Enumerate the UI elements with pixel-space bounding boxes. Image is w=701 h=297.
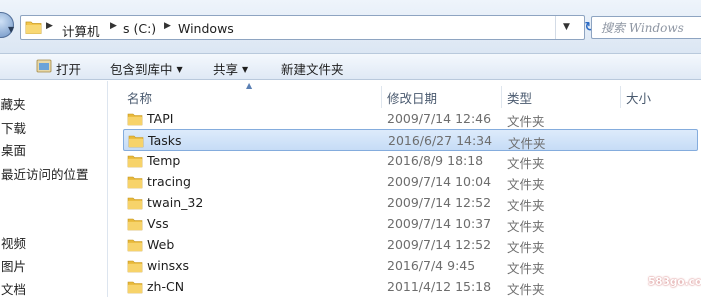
file-name: Tasks <box>148 133 182 148</box>
sort-ascending-icon: ▲ <box>246 81 253 90</box>
nav-favorites[interactable]: 收藏夹 <box>0 94 26 113</box>
file-type: 文件夹 <box>507 282 545 297</box>
address-bar[interactable]: ▶ 计算机 ▶ s (C:) ▶ Windows ▼ ↻ <box>20 15 595 40</box>
search-input[interactable] <box>592 17 701 38</box>
open-button[interactable]: 打开 <box>56 59 81 78</box>
folder-icon <box>25 21 42 34</box>
file-name: Temp <box>147 153 181 168</box>
include-in-library-label: 包含到库中 <box>110 62 173 77</box>
file-type: 文件夹 <box>507 219 545 234</box>
file-row[interactable]: twain_32 2009/7/14 12:52 文件夹 <box>123 192 698 214</box>
file-date-modified: 2009/7/14 12:46 <box>387 111 492 126</box>
folder-icon <box>127 113 143 126</box>
column-header-type[interactable]: 类型 <box>507 88 532 107</box>
nav-pictures[interactable]: 图片 <box>1 256 26 275</box>
nav-recent-places[interactable]: 最近访问的位置 <box>1 164 89 183</box>
nav-documents[interactable]: 文档 <box>1 279 26 297</box>
file-name: Web <box>147 237 175 252</box>
file-date-modified: 2016/6/27 14:34 <box>388 133 493 148</box>
file-type: 文件夹 <box>507 156 545 171</box>
file-date-modified: 2016/8/9 18:18 <box>387 153 484 168</box>
file-name: twain_32 <box>147 195 204 210</box>
file-date-modified: 2011/4/12 15:18 <box>387 279 492 294</box>
file-name: tracing <box>147 174 191 189</box>
file-name: TAPI <box>147 111 174 126</box>
column-header-date-modified[interactable]: 修改日期 <box>387 88 437 107</box>
breadcrumb-separator-icon[interactable]: ▶ <box>110 21 117 31</box>
column-divider[interactable] <box>381 86 382 108</box>
file-date-modified: 2009/7/14 12:52 <box>387 237 492 252</box>
file-name: Vss <box>147 216 169 231</box>
breadcrumb-separator-icon[interactable]: ▶ <box>46 21 53 31</box>
file-type: 文件夹 <box>507 240 545 255</box>
file-name: zh-CN <box>147 279 185 294</box>
column-header-name[interactable]: 名称 <box>127 88 152 107</box>
file-row[interactable]: Temp 2016/8/9 18:18 文件夹 <box>123 150 698 172</box>
command-bar: 打开 包含到库中 ▼ 共享 ▼ 新建文件夹 <box>0 54 701 80</box>
file-list: ▲ 名称 修改日期 类型 大小 TAPI 2009/7/14 12:46 文件夹 Ta… <box>109 81 701 297</box>
column-divider[interactable] <box>620 86 621 108</box>
address-strip: ▼ ▶ 计算机 ▶ s (C:) ▶ Windows ▼ ↻ <box>0 0 701 54</box>
file-row[interactable]: Vss 2009/7/14 10:37 文件夹 <box>123 213 698 235</box>
file-type: 文件夹 <box>507 261 545 276</box>
include-in-library-button[interactable]: 包含到库中 ▼ <box>110 59 183 78</box>
file-type: 文件夹 <box>507 198 545 213</box>
folder-icon <box>127 239 143 252</box>
dropdown-arrow-icon: ▼ <box>176 65 183 74</box>
nav-desktop[interactable]: 桌面 <box>1 140 26 159</box>
breadcrumb-drive-c[interactable]: s (C:) <box>123 21 156 36</box>
file-row[interactable]: tracing 2009/7/14 10:04 文件夹 <box>123 171 698 193</box>
file-date-modified: 2009/7/14 10:04 <box>387 174 492 189</box>
folder-icon <box>127 155 143 168</box>
share-button[interactable]: 共享 ▼ <box>213 59 248 78</box>
file-row[interactable]: Tasks 2016/6/27 14:34 文件夹 <box>123 129 698 151</box>
address-history-dropdown-icon[interactable]: ▼ <box>555 16 577 39</box>
new-folder-button[interactable]: 新建文件夹 <box>281 59 344 78</box>
nav-downloads[interactable]: 下载 <box>1 118 26 137</box>
file-row[interactable]: Web 2009/7/14 12:52 文件夹 <box>123 234 698 256</box>
nav-videos[interactable]: 视频 <box>1 233 26 252</box>
watermark: 583go.com <box>648 276 701 288</box>
file-type: 文件夹 <box>507 114 545 129</box>
breadcrumb-separator-icon[interactable]: ▶ <box>164 21 171 31</box>
breadcrumb-windows[interactable]: Windows <box>178 21 234 36</box>
open-icon <box>36 59 52 73</box>
column-divider[interactable] <box>501 86 502 108</box>
search-box[interactable] <box>591 16 701 39</box>
file-row[interactable]: winsxs 2016/7/4 9:45 文件夹 <box>123 255 698 277</box>
file-row[interactable]: zh-CN 2011/4/12 15:18 文件夹 <box>123 276 698 297</box>
folder-icon <box>127 176 143 189</box>
file-date-modified: 2009/7/14 10:37 <box>387 216 492 231</box>
dropdown-arrow-icon: ▼ <box>242 65 249 74</box>
file-row[interactable]: TAPI 2009/7/14 12:46 文件夹 <box>123 108 698 130</box>
share-label: 共享 <box>213 62 239 77</box>
navigation-pane: 收藏夹 下载 桌面 最近访问的位置 库 视频 图片 文档 <box>0 81 108 297</box>
folder-icon <box>128 135 144 148</box>
nav-libraries[interactable]: 库 <box>0 209 1 228</box>
file-date-modified: 2016/7/4 9:45 <box>387 258 476 273</box>
breadcrumb-computer[interactable]: 计算机 <box>62 21 100 40</box>
recent-pages-dropdown-icon[interactable]: ▼ <box>8 25 14 34</box>
folder-icon <box>127 197 143 210</box>
folder-icon <box>127 218 143 231</box>
folder-icon <box>127 281 143 294</box>
file-type: 文件夹 <box>507 177 545 192</box>
folder-icon <box>127 260 143 273</box>
file-date-modified: 2009/7/14 12:52 <box>387 195 492 210</box>
column-header-size[interactable]: 大小 <box>626 88 651 107</box>
file-name: winsxs <box>147 258 190 273</box>
